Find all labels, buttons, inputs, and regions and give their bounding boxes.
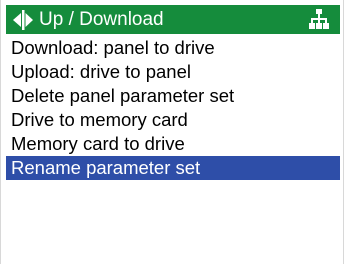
title-bar: Up / Download [6, 5, 340, 34]
menu-item-delete-panel-parameter-set[interactable]: Delete panel parameter set [6, 84, 340, 108]
page-title: Up / Download [39, 9, 164, 30]
menu-item-download-panel-to-drive[interactable]: Download: panel to drive [6, 36, 340, 60]
panel-screen: Up / Download Download: panel to drive U… [0, 0, 344, 264]
menu-item-rename-parameter-set[interactable]: Rename parameter set [6, 156, 340, 180]
up-download-menu: Download: panel to drive Upload: drive t… [6, 36, 340, 180]
menu-item-upload-drive-to-panel[interactable]: Upload: drive to panel [6, 60, 340, 84]
hierarchy-icon [308, 8, 330, 30]
menu-item-drive-to-memory-card[interactable]: Drive to memory card [6, 108, 340, 132]
menu-item-memory-card-to-drive[interactable]: Memory card to drive [6, 132, 340, 156]
up-down-arrows-icon [9, 5, 37, 34]
